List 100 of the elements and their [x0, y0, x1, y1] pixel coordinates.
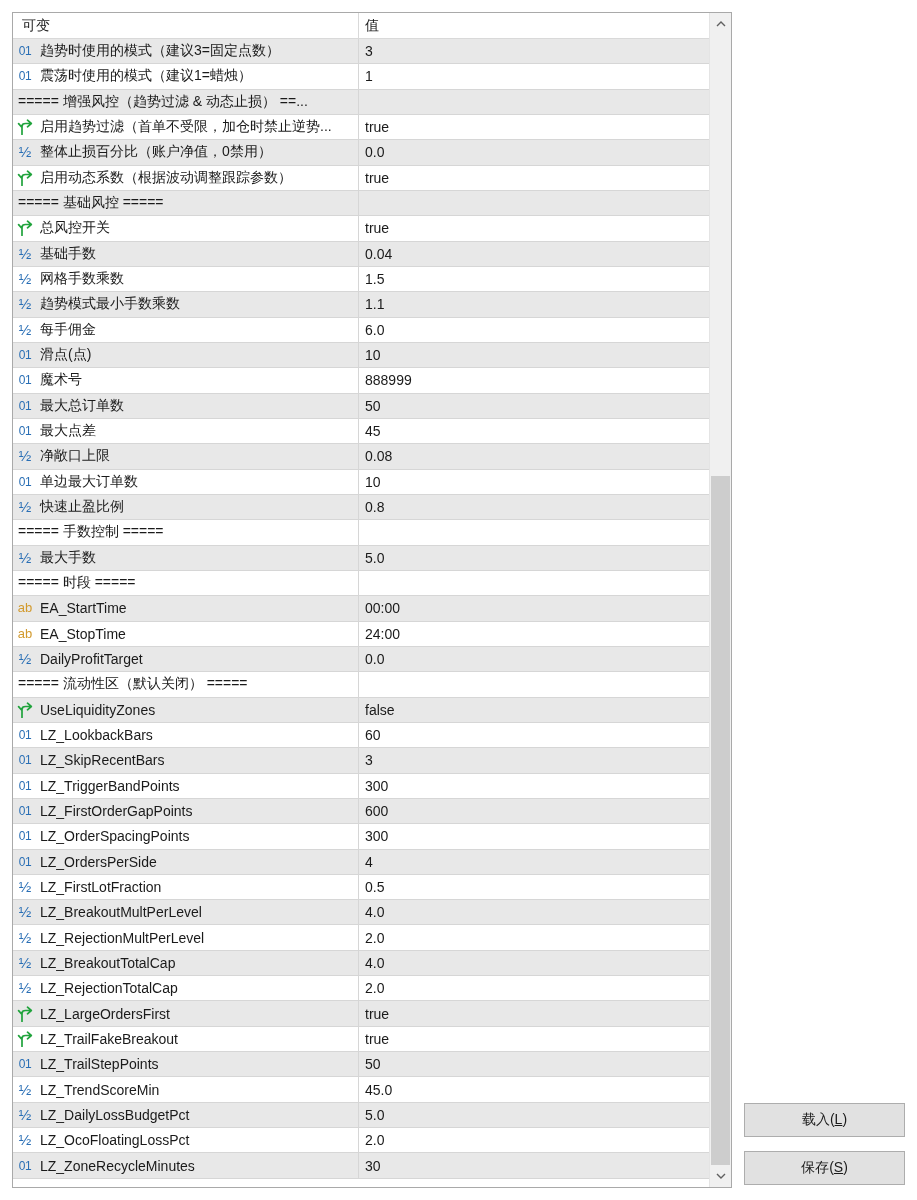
branch-arrow-icon — [17, 119, 33, 136]
parameter-name: LZ_FirstOrderGapPoints — [40, 803, 193, 819]
parameter-row[interactable]: ½ LZ_BreakoutTotalCap 4.0 — [13, 950, 709, 977]
digits-icon: 01 — [17, 828, 33, 845]
parameter-name: 滑点(点) — [40, 346, 92, 365]
parameter-value: 50 — [365, 397, 381, 414]
parameter-row[interactable]: ½ LZ_DailyLossBudgetPct 5.0 — [13, 1102, 709, 1129]
parameter-value: 888999 — [365, 372, 412, 389]
section-heading: ===== 手数控制 ===== — [18, 523, 164, 542]
chevron-down-icon[interactable] — [715, 1173, 726, 1179]
parameter-name: LZ_BreakoutMultPerLevel — [40, 904, 202, 921]
parameter-name: 震荡时使用的模式（建议1=蜡烛） — [40, 67, 252, 86]
parameter-row[interactable]: ===== 流动性区（默认关闭） ===== — [13, 672, 709, 698]
parameter-row[interactable]: 总风控开关 true — [13, 216, 709, 242]
parameter-name: 魔术号 — [40, 371, 82, 390]
parameter-row[interactable]: 01 最大总订单数 50 — [13, 393, 709, 419]
parameter-name: LZ_FirstLotFraction — [40, 879, 162, 895]
digits-icon: 01 — [17, 347, 33, 364]
parameter-row[interactable]: ===== 基础风控 ===== — [13, 190, 709, 217]
parameter-value: 00:00 — [365, 600, 401, 617]
parameter-row[interactable]: ab EA_StartTime 00:00 — [13, 596, 709, 622]
digits-icon: 01 — [17, 397, 33, 414]
fraction-icon: ½ — [17, 904, 33, 921]
parameter-row[interactable]: 01 趋势时使用的模式（建议3=固定点数） 3 — [13, 39, 709, 65]
dialog-button[interactable]: 载入(L) — [744, 1103, 905, 1137]
parameter-row[interactable]: UseLiquidityZones false — [13, 697, 709, 723]
parameter-name: LZ_OcoFloatingLossPct — [40, 1132, 190, 1149]
section-heading: ===== 流动性区（默认关闭） ===== — [18, 675, 248, 694]
parameter-name: 最大手数 — [40, 548, 96, 567]
parameter-name: LZ_OrdersPerSide — [40, 853, 157, 870]
parameter-row[interactable]: 01 LZ_TrailStepPoints 50 — [13, 1052, 709, 1078]
parameter-value: true — [365, 119, 390, 136]
parameter-value: false — [365, 701, 395, 718]
digits-icon: 01 — [17, 43, 33, 60]
parameter-value: 600 — [365, 803, 389, 819]
parameter-row[interactable]: 01 LZ_OrderSpacingPoints 300 — [13, 824, 709, 850]
column-header: 可变 — [22, 16, 50, 35]
letters-icon: ab — [17, 625, 33, 642]
scrollbar-thumb[interactable] — [711, 475, 730, 1165]
parameter-value: 45.0 — [365, 1081, 393, 1098]
parameter-value: 30 — [365, 1157, 381, 1174]
parameter-row[interactable]: 01 滑点(点) 10 — [13, 342, 709, 369]
parameter-value: 0.8 — [365, 499, 385, 516]
parameter-name: LZ_TrendScoreMin — [40, 1081, 160, 1098]
parameter-value: 5.0 — [365, 1106, 385, 1123]
parameter-name: 单边最大订单数 — [40, 472, 138, 491]
parameter-name: 基础手数 — [40, 244, 96, 263]
parameter-row[interactable]: ½ 每手佣金 6.0 — [13, 317, 709, 343]
parameter-row[interactable]: 01 LZ_SkipRecentBars 3 — [13, 748, 709, 774]
parameter-row[interactable]: ===== 增强风控（趋势过滤 & 动态止损） ==... — [13, 89, 709, 115]
parameter-row[interactable]: ===== 手数控制 ===== — [13, 520, 709, 546]
parameter-row[interactable]: LZ_LargeOrdersFirst true — [13, 1001, 709, 1027]
parameter-name: LZ_LookbackBars — [40, 727, 153, 743]
parameter-value: 60 — [365, 727, 381, 743]
parameter-row[interactable]: ½ DailyProfitTarget 0.0 — [13, 646, 709, 673]
parameter-row[interactable]: ab EA_StopTime 24:00 — [13, 621, 709, 647]
digits-icon: 01 — [17, 473, 33, 490]
parameter-name: LZ_DailyLossBudgetPct — [40, 1106, 190, 1123]
parameter-row[interactable]: ½ 净敞口上限 0.08 — [13, 444, 709, 470]
section-heading: ===== 时段 ===== — [18, 574, 136, 593]
scrollbar[interactable] — [709, 13, 731, 1187]
parameter-name: 每手佣金 — [40, 320, 96, 339]
parameter-row[interactable]: 01 LZ_OrdersPerSide 4 — [13, 849, 709, 875]
parameter-value: 1 — [365, 68, 373, 85]
parameter-row[interactable]: ½ 趋势模式最小手数乘数 1.1 — [13, 292, 709, 318]
parameter-row[interactable]: ½ 最大手数 5.0 — [13, 545, 709, 571]
parameter-row[interactable]: 01 LZ_TriggerBandPoints 300 — [13, 773, 709, 799]
parameter-value: 1.5 — [365, 271, 385, 288]
parameter-name: LZ_TriggerBandPoints — [40, 777, 180, 794]
dialog-button[interactable]: 保存(S) — [744, 1151, 905, 1185]
fraction-icon: ½ — [17, 321, 33, 338]
fraction-icon: ½ — [17, 144, 33, 161]
parameter-row[interactable]: ½ 基础手数 0.04 — [13, 241, 709, 267]
branch-arrow-icon — [17, 1005, 33, 1022]
branch-arrow-icon — [17, 220, 33, 237]
parameter-row[interactable]: ½ LZ_BreakoutMultPerLevel 4.0 — [13, 900, 709, 926]
parameter-value: 0.5 — [365, 879, 385, 895]
chevron-up-icon[interactable] — [715, 21, 726, 27]
parameter-row[interactable]: ½ LZ_TrendScoreMin 45.0 — [13, 1077, 709, 1103]
digits-icon: 01 — [17, 423, 33, 440]
parameter-value: 2.0 — [365, 929, 385, 946]
parameter-row[interactable]: 01 LZ_ZoneRecycleMinutes 30 — [13, 1153, 709, 1179]
parameter-row[interactable]: 01 单边最大订单数 10 — [13, 469, 709, 495]
section-heading: ===== 基础风控 ===== — [18, 194, 164, 213]
parameter-row[interactable]: 01 LZ_FirstOrderGapPoints 600 — [13, 798, 709, 825]
parameter-row[interactable]: 启用动态系数（根据波动调整跟踪参数） true — [13, 165, 709, 191]
parameter-row[interactable]: 01 魔术号 888999 — [13, 368, 709, 394]
fraction-icon: ½ — [17, 271, 33, 288]
fraction-icon: ½ — [17, 1132, 33, 1149]
parameter-name: EA_StopTime — [40, 625, 126, 642]
fraction-icon: ½ — [17, 929, 33, 946]
parameter-name: 最大总订单数 — [40, 396, 124, 415]
fraction-icon: ½ — [17, 879, 33, 895]
parameter-row[interactable]: 01 震荡时使用的模式（建议1=蜡烛） 1 — [13, 64, 709, 90]
parameter-name: UseLiquidityZones — [40, 701, 156, 718]
parameter-row[interactable]: ½ 整体止损百分比（账户净值，0禁用） 0.0 — [13, 140, 709, 166]
parameter-row[interactable]: ½ LZ_RejectionMultPerLevel 2.0 — [13, 925, 709, 951]
parameter-name: 净敞口上限 — [40, 447, 110, 466]
parameter-row[interactable]: ½ 快速止盈比例 0.8 — [13, 494, 709, 521]
branch-arrow-icon — [17, 1030, 33, 1047]
